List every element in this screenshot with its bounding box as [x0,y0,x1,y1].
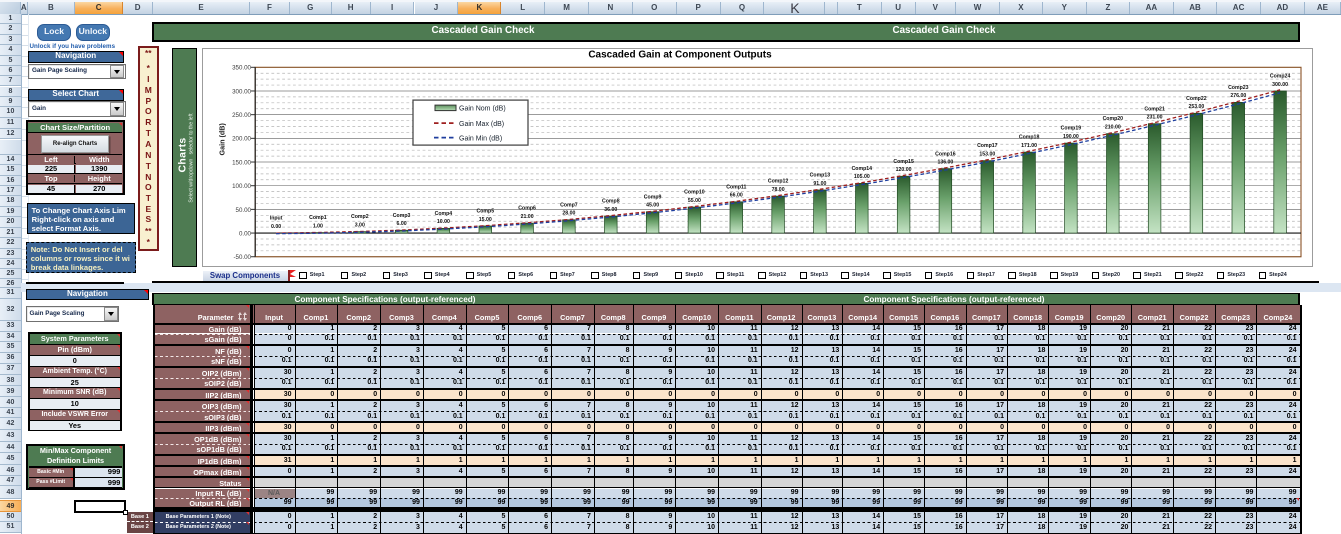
svg-text:78.00: 78.00 [772,187,785,193]
svg-text:0.00: 0.00 [271,224,281,230]
svg-text:Comp15: Comp15 [893,159,914,165]
svg-text:350.00: 350.00 [232,65,251,72]
svg-text:Comp17: Comp17 [977,144,998,150]
svg-text:253.00: 253.00 [1188,104,1204,110]
svg-text:Comp20: Comp20 [1103,117,1124,123]
svg-text:50.00: 50.00 [236,207,252,214]
svg-text:Gain Max (dB): Gain Max (dB) [459,121,504,128]
svg-text:120.00: 120.00 [896,167,912,173]
svg-text:6.00: 6.00 [397,221,407,227]
svg-text:Comp3: Comp3 [393,213,411,219]
svg-text:300.00: 300.00 [1272,82,1288,88]
svg-text:Comp19: Comp19 [1061,126,1082,132]
svg-text:Comp2: Comp2 [351,215,369,221]
svg-text:Comp23: Comp23 [1228,85,1249,91]
svg-text:36.00: 36.00 [604,207,617,213]
svg-text:Comp1: Comp1 [309,216,327,222]
svg-text:Comp18: Comp18 [1019,135,1040,141]
svg-text:153.00: 153.00 [979,152,995,158]
svg-text:Cascaded Gain at Component Out: Cascaded Gain at Component Outputs [588,50,772,61]
svg-text:Comp9: Comp9 [644,195,662,201]
svg-text:136.00: 136.00 [937,160,953,166]
svg-text:210.00: 210.00 [1105,125,1121,131]
svg-text:Comp21: Comp21 [1144,107,1165,113]
svg-text:Gain Min (dB): Gain Min (dB) [459,136,502,143]
svg-text:28.00: 28.00 [562,211,575,217]
svg-text:231.00: 231.00 [1147,115,1163,121]
svg-text:Comp16: Comp16 [935,152,956,158]
svg-text:Comp13: Comp13 [810,173,831,179]
svg-text:300.00: 300.00 [232,89,251,96]
svg-text:Comp14: Comp14 [852,166,873,172]
svg-text:Comp4: Comp4 [435,211,453,217]
svg-text:105.00: 105.00 [854,174,870,180]
svg-text:66.00: 66.00 [730,193,743,199]
svg-text:276.00: 276.00 [1230,93,1246,99]
svg-text:21.00: 21.00 [521,214,534,220]
svg-text:Input: Input [270,216,283,222]
svg-text:Comp6: Comp6 [518,206,536,212]
svg-text:3.00: 3.00 [355,223,365,229]
svg-text:Comp12: Comp12 [768,179,789,185]
svg-text:Comp7: Comp7 [560,203,578,209]
svg-text:150.00: 150.00 [232,160,251,167]
svg-text:45.00: 45.00 [646,203,659,209]
svg-text:190.00: 190.00 [1063,134,1079,140]
svg-text:-50.00: -50.00 [233,255,251,262]
svg-text:55.00: 55.00 [688,198,701,204]
svg-text:10.00: 10.00 [437,219,450,225]
svg-text:171.00: 171.00 [1021,143,1037,149]
svg-text:Comp11: Comp11 [726,185,746,191]
svg-text:100.00: 100.00 [232,183,251,190]
svg-text:Comp5: Comp5 [477,209,495,215]
svg-text:Comp22: Comp22 [1186,96,1207,102]
svg-text:1.00: 1.00 [313,224,323,230]
svg-text:Comp24: Comp24 [1270,74,1291,80]
svg-text:Gain (dB): Gain (dB) [218,123,227,156]
svg-text:Comp10: Comp10 [684,190,705,196]
svg-text:250.00: 250.00 [232,112,251,119]
svg-text:91.00: 91.00 [813,181,826,187]
svg-text:15.00: 15.00 [479,217,492,223]
svg-text:Gain Nom (dB): Gain Nom (dB) [459,106,506,113]
svg-text:200.00: 200.00 [232,136,251,143]
svg-text:0.00: 0.00 [239,231,252,238]
svg-text:Comp8: Comp8 [602,199,620,205]
